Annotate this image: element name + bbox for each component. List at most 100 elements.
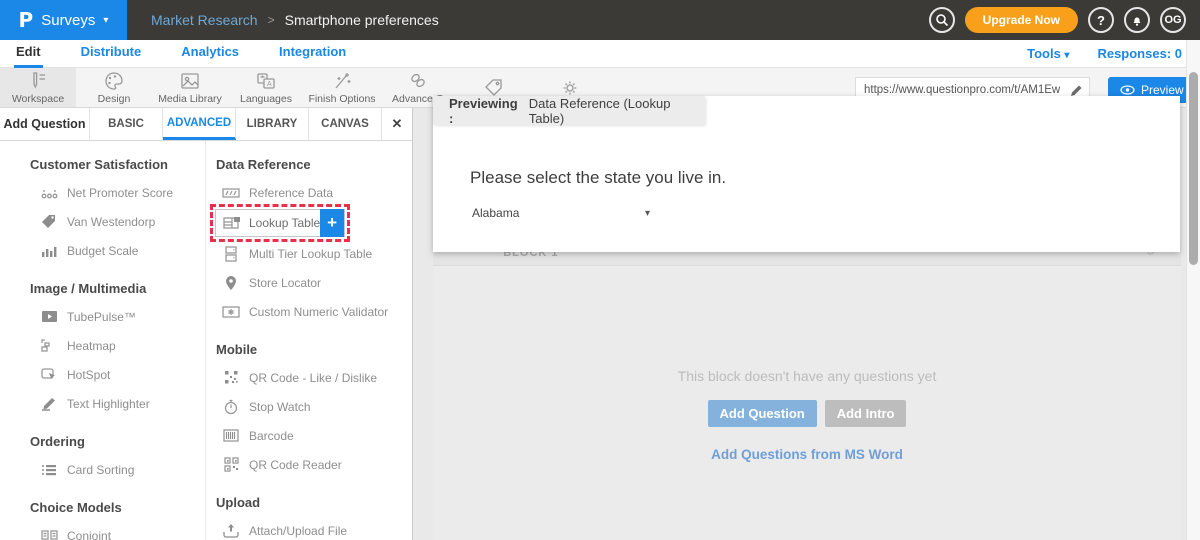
surveys-product-menu[interactable]: P Surveys ▾ (0, 0, 127, 40)
languages-icon: A (255, 71, 277, 91)
survey-nav: Edit Distribute Analytics Integration To… (0, 40, 1200, 68)
add-question-button[interactable]: Add Question (708, 400, 817, 427)
toolbar-item-finish-options[interactable]: Finish Options (304, 68, 380, 107)
bar-chart-icon (40, 244, 58, 258)
qtype-net-promoter-score[interactable]: Net Promoter Score (0, 178, 205, 207)
conjoint-icon (40, 529, 58, 540)
bell-icon (1130, 13, 1144, 27)
tools-menu[interactable]: Tools ▾ (1027, 46, 1069, 61)
qr-reader-icon (222, 457, 240, 472)
toolbar-item-languages[interactable]: A Languages (228, 68, 304, 107)
preview-question-text: Please select the state you live in. (470, 168, 1180, 188)
toolbar-item-design[interactable]: Design (76, 68, 152, 107)
advance-question-icon (407, 71, 429, 91)
qr-code-icon (222, 370, 240, 385)
qtype-van-westendorp[interactable]: Van Westendorp (0, 207, 205, 236)
map-pin-icon (222, 275, 240, 291)
qtype-store-locator[interactable]: Store Locator (206, 268, 412, 297)
avatar[interactable]: OG (1160, 7, 1186, 33)
breadcrumb: Market Research > Smartphone preferences (151, 12, 439, 28)
close-icon: ✕ (392, 116, 403, 132)
preview-tooltip-value: Data Reference (Lookup Table) (529, 96, 705, 126)
qtype-attach-upload-file[interactable]: Attach/Upload File (206, 516, 412, 540)
section-title: Image / Multimedia (30, 281, 205, 296)
chevron-down-icon: ▾ (1064, 50, 1069, 61)
chevron-down-icon: ▾ (103, 15, 108, 26)
dropdown-selected-value: Alabama (472, 206, 519, 220)
add-intro-button[interactable]: Add Intro (825, 400, 907, 427)
qtype-custom-numeric-validator[interactable]: Custom Numeric Validator (206, 297, 412, 326)
design-icon (103, 71, 125, 91)
heatmap-icon (40, 339, 58, 353)
finish-options-icon (331, 71, 353, 91)
add-questions-ms-word-link[interactable]: Add Questions from MS Word (711, 447, 903, 462)
qtype-conjoint[interactable]: Conjoint (0, 521, 205, 540)
top-bar: P Surveys ▾ Market Research > Smartphone… (0, 0, 1200, 40)
qtype-tubepulse[interactable]: TubePulse™ (0, 302, 205, 331)
nps-icon (40, 185, 58, 200)
nav-right: Tools ▾ Responses: 0 (1027, 46, 1200, 61)
workspace-icon (27, 71, 49, 91)
preview-tooltip: Previewing : Data Reference (Lookup Tabl… (433, 96, 705, 125)
search-button[interactable] (929, 7, 955, 33)
video-icon (40, 310, 58, 323)
qtype-lookup-table[interactable]: Lookup Table + (215, 209, 345, 237)
qtype-budget-scale[interactable]: Budget Scale (0, 236, 205, 265)
barcode-icon (222, 429, 240, 442)
tab-advanced[interactable]: ADVANCED (163, 108, 236, 140)
search-icon (935, 13, 949, 27)
qtype-reference-data[interactable]: Reference Data (206, 178, 412, 207)
qtype-hotspot[interactable]: HotSpot (0, 360, 205, 389)
block-body: This block doesn't have any questions ye… (433, 266, 1181, 540)
toolbar-item-media-library[interactable]: Media Library (152, 68, 228, 107)
questionpro-logo-icon: P (19, 8, 34, 32)
breadcrumb-folder[interactable]: Market Research (151, 12, 258, 28)
card-sorting-icon (40, 463, 58, 477)
scrollbar-thumb[interactable] (1189, 72, 1198, 265)
upload-icon (222, 523, 240, 538)
tab-library[interactable]: LIBRARY (236, 108, 309, 140)
page-scrollbar (1186, 40, 1200, 540)
add-lookup-table-button[interactable]: + (320, 209, 344, 237)
section-title: Mobile (216, 342, 412, 357)
tab-canvas[interactable]: CANVAS (309, 108, 382, 140)
question-types-column-2: Data Reference Reference Data Lookup Tab… (206, 141, 412, 540)
edit-url-button[interactable] (1064, 84, 1089, 97)
section-title: Upload (216, 495, 412, 510)
reference-data-icon (222, 187, 240, 199)
qtype-heatmap[interactable]: Heatmap (0, 331, 205, 360)
notifications-button[interactable] (1124, 7, 1150, 33)
toolbar-item-workspace[interactable]: Workspace (0, 68, 76, 107)
hotspot-cursor-icon (40, 368, 58, 382)
tab-edit[interactable]: Edit (14, 40, 43, 68)
tab-basic[interactable]: BASIC (90, 108, 163, 140)
multi-tier-icon (222, 246, 240, 262)
stopwatch-icon (222, 399, 240, 415)
numeric-validator-icon (222, 306, 240, 318)
question-types-column-1: Customer Satisfaction Net Promoter Score… (0, 141, 206, 540)
preview-state-dropdown[interactable]: Alabama ▾ (472, 206, 650, 220)
help-button[interactable]: ? (1088, 7, 1114, 33)
empty-block-message: This block doesn't have any questions ye… (678, 368, 937, 384)
qtype-stop-watch[interactable]: Stop Watch (206, 392, 412, 421)
nav-tabs: Edit Distribute Analytics Integration (0, 40, 348, 68)
qtype-qr-code-reader[interactable]: QR Code Reader (206, 450, 412, 479)
tab-distribute[interactable]: Distribute (79, 40, 144, 68)
qtype-card-sorting[interactable]: Card Sorting (0, 455, 205, 484)
media-library-icon (179, 71, 201, 91)
survey-url-input[interactable] (856, 84, 1064, 96)
responses-count[interactable]: Responses: 0 (1097, 46, 1182, 61)
tag-icon (483, 78, 505, 98)
lookup-table-highlight: Lookup Table + (210, 204, 350, 242)
tab-integration[interactable]: Integration (277, 40, 348, 68)
highlighter-icon (40, 397, 58, 411)
qtype-barcode[interactable]: Barcode (206, 421, 412, 450)
tab-analytics[interactable]: Analytics (179, 40, 241, 68)
section-title: Choice Models (30, 500, 205, 515)
upgrade-now-button[interactable]: Upgrade Now (965, 7, 1078, 33)
breadcrumb-separator: > (268, 13, 275, 27)
close-panel-button[interactable]: ✕ (382, 108, 412, 140)
qtype-qr-code-like-dislike[interactable]: QR Code - Like / Dislike (206, 363, 412, 392)
qtype-multi-tier-lookup-table[interactable]: Multi Tier Lookup Table (206, 239, 412, 268)
qtype-text-highlighter[interactable]: Text Highlighter (0, 389, 205, 418)
